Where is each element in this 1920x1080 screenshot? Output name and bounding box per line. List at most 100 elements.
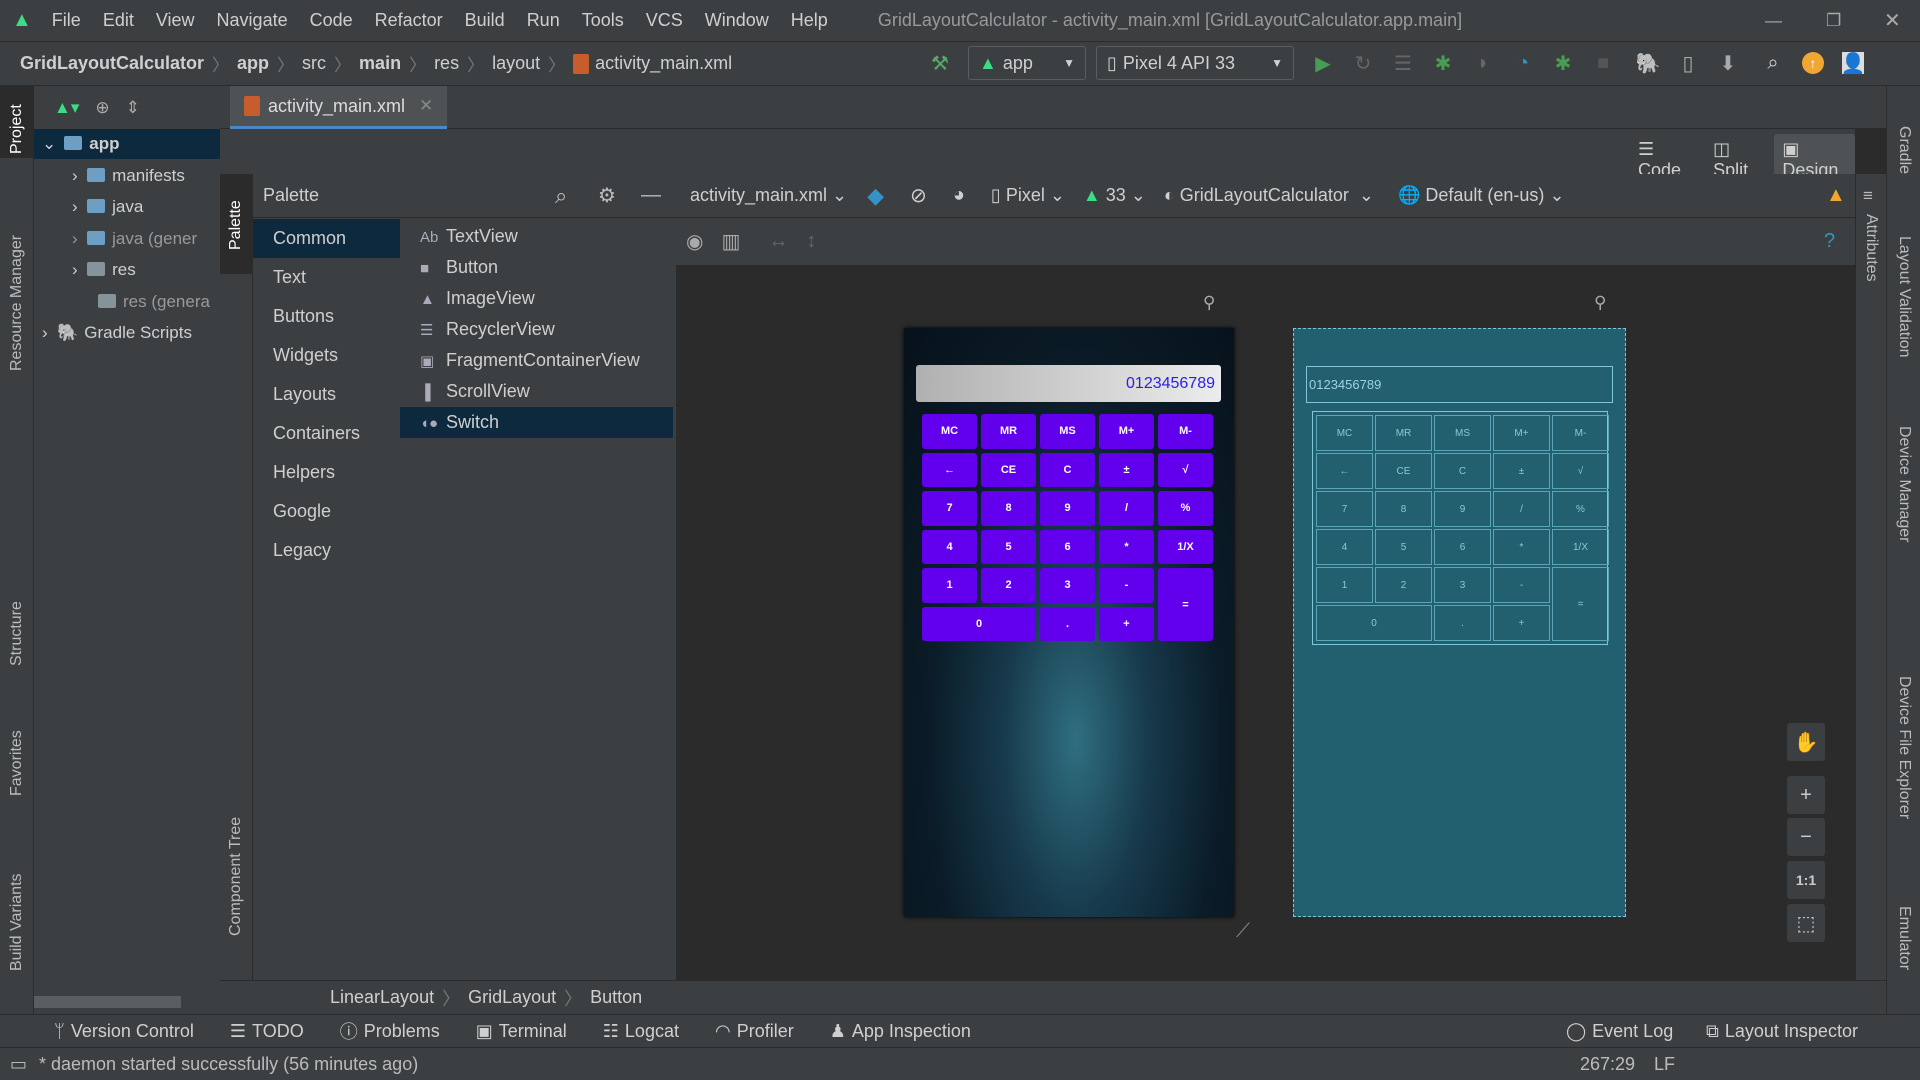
gear-icon[interactable]: ⚙ <box>598 183 616 208</box>
calc-button[interactable]: ± <box>1099 452 1154 487</box>
device-dropdown[interactable]: ▯ Pixel 4 API 33 ▼ <box>1096 46 1294 80</box>
palette-item-scrollview[interactable]: ▐ ScrollView <box>400 376 673 407</box>
blueprint-button[interactable]: 7 <box>1316 491 1373 527</box>
crumb-button[interactable]: Button <box>590 987 642 1008</box>
palette-category-buttons[interactable]: Buttons <box>253 297 400 336</box>
calc-button[interactable]: √ <box>1158 452 1213 487</box>
locale-dropdown[interactable]: 🌐 Default (en-us) ⌄ <box>1398 185 1565 206</box>
breadcrumb-res[interactable]: res <box>434 53 459 74</box>
blueprint-button[interactable]: 3 <box>1434 567 1491 603</box>
android-view-dropdown[interactable]: ▲▾ <box>54 98 79 118</box>
theme-dropdown[interactable]: ◐ GridLayoutCalculator ⌄ <box>1164 185 1374 206</box>
night-mode-icon[interactable]: ◕ <box>953 184 965 207</box>
calc-button[interactable]: . <box>1040 606 1095 641</box>
minimize-icon[interactable]: — <box>641 184 661 207</box>
tree-item-gradle-scripts[interactable]: › 🐘 Gradle Scripts <box>42 323 192 343</box>
calc-button[interactable]: + <box>1099 606 1154 641</box>
tab-activity-main[interactable]: activity_main.xml ✕ <box>230 86 448 129</box>
calc-button[interactable]: M+ <box>1099 414 1154 449</box>
horizontal-resize-icon[interactable]: ↔ <box>768 230 788 253</box>
calc-button[interactable]: C <box>1040 452 1095 487</box>
version-control-tab[interactable]: ᛘ Version Control <box>54 1021 194 1042</box>
menu-code[interactable]: Code <box>310 10 353 31</box>
resource-manager-tool-tab[interactable]: Resource Manager <box>8 235 26 371</box>
coverage-icon[interactable]: ◗ <box>1472 52 1494 74</box>
hammer-icon[interactable]: ⚒ <box>929 52 951 75</box>
profile-icon[interactable]: ◔ <box>1512 52 1534 74</box>
zoom-to-fit-button[interactable]: ⬚ <box>1787 904 1825 942</box>
device-file-explorer-tool-tab[interactable]: Device File Explorer <box>1895 676 1913 819</box>
tree-item-res[interactable]: › res <box>72 260 136 280</box>
close-tab-icon[interactable]: ✕ <box>419 96 433 116</box>
breadcrumb-src[interactable]: src <box>302 53 326 74</box>
device-dropdown-design[interactable]: ▯ Pixel ⌄ <box>991 185 1065 206</box>
blueprint-button[interactable]: * <box>1493 529 1550 565</box>
calc-button[interactable]: 7 <box>922 491 977 526</box>
favorites-tool-tab[interactable]: Favorites <box>8 730 26 796</box>
breadcrumb-file[interactable]: activity_main.xml <box>595 53 732 74</box>
tree-item-app[interactable]: ⌄ app <box>42 134 119 154</box>
emulator-tool-tab[interactable]: Emulator <box>1895 906 1913 970</box>
blueprint-button[interactable]: 1/X <box>1552 529 1609 565</box>
blueprint-button[interactable]: 6 <box>1434 529 1491 565</box>
calc-button[interactable]: - <box>1099 568 1154 603</box>
menu-view[interactable]: View <box>156 10 195 31</box>
crumb-linearlayout[interactable]: LinearLayout <box>330 987 434 1008</box>
attributes-tool-tab[interactable]: Attributes <box>1862 214 1880 282</box>
calc-button[interactable]: MR <box>981 414 1036 449</box>
breadcrumb-app[interactable]: app <box>237 53 269 74</box>
pan-icon[interactable]: ✋ <box>1787 723 1825 761</box>
vertical-resize-icon[interactable]: ↕ <box>806 230 816 253</box>
tree-item-manifests[interactable]: › manifests <box>72 166 185 186</box>
blueprint-button[interactable]: 0 <box>1316 605 1432 641</box>
horizontal-scrollbar[interactable] <box>34 996 181 1008</box>
blueprint-button[interactable]: M+ <box>1493 415 1550 451</box>
palette-item-recyclerview[interactable]: ☰ RecyclerView <box>400 314 673 345</box>
blueprint-button[interactable]: C <box>1434 453 1491 489</box>
search-icon[interactable]: ⌕ <box>555 183 567 209</box>
tree-item-java[interactable]: › java <box>72 197 143 217</box>
palette-category-common[interactable]: Common <box>253 219 400 258</box>
project-tool-tab[interactable]: Project <box>8 104 26 154</box>
calc-button[interactable]: 8 <box>981 491 1036 526</box>
build-variants-tool-tab[interactable]: Build Variants <box>8 873 26 971</box>
restore-button[interactable]: ❐ <box>1826 11 1841 31</box>
calc-button[interactable]: CE <box>981 452 1036 487</box>
blueprint-button[interactable]: = <box>1552 567 1609 641</box>
blueprint-button[interactable]: 4 <box>1316 529 1373 565</box>
breadcrumb-main[interactable]: main <box>359 53 401 74</box>
gradle-tool-tab[interactable]: Gradle <box>1895 126 1913 174</box>
attach-debugger-icon[interactable]: ✱ <box>1552 52 1574 75</box>
calc-button[interactable]: MC <box>922 414 977 449</box>
palette-item-textview[interactable]: Ab TextView <box>400 221 673 252</box>
menu-tools[interactable]: Tools <box>582 10 624 31</box>
view-options-icon[interactable]: ◉ <box>686 229 703 254</box>
calculator-display[interactable]: 0123456789 <box>916 365 1221 402</box>
palette-item-button[interactable]: ■ Button <box>400 252 673 283</box>
collapse-all-icon[interactable]: ⇕ <box>126 98 140 118</box>
search-icon[interactable]: ⌕ <box>1762 52 1784 74</box>
blueprint-button[interactable]: M- <box>1552 415 1609 451</box>
calc-button[interactable]: = <box>1158 568 1213 641</box>
locate-icon[interactable]: ⊕ <box>95 98 109 118</box>
stop-icon[interactable]: ■ <box>1592 52 1614 74</box>
design-canvas[interactable]: ⚲ ⚲ ⟋ <box>676 265 1855 980</box>
calc-button[interactable]: 5 <box>981 529 1036 564</box>
resize-handle-icon[interactable]: ⟋ <box>1236 920 1250 943</box>
blueprint-button[interactable]: ← <box>1316 453 1373 489</box>
device-manager-icon[interactable]: ▯ <box>1677 52 1699 75</box>
layout-validation-tool-tab[interactable]: Layout Validation <box>1895 236 1913 358</box>
blueprint-button[interactable]: 1 <box>1316 567 1373 603</box>
blueprint-button[interactable]: ± <box>1493 453 1550 489</box>
palette-item-fragmentcontainerview[interactable]: ▣ FragmentContainerView <box>400 345 673 376</box>
todo-tab[interactable]: ☰ TODO <box>230 1021 304 1042</box>
palette-category-widgets[interactable]: Widgets <box>253 336 400 375</box>
menu-file[interactable]: File <box>52 10 81 31</box>
tree-item-java-generated[interactable]: › java (gener <box>72 229 197 249</box>
blueprint-button[interactable]: 8 <box>1375 491 1432 527</box>
api-dropdown[interactable]: ▲ 33 ⌄ <box>1083 185 1146 206</box>
palette-category-containers[interactable]: Containers <box>253 414 400 453</box>
blueprint-button[interactable]: CE <box>1375 453 1432 489</box>
component-tree-tool-tab[interactable]: Component Tree <box>227 817 245 936</box>
calc-button[interactable]: % <box>1158 491 1213 526</box>
